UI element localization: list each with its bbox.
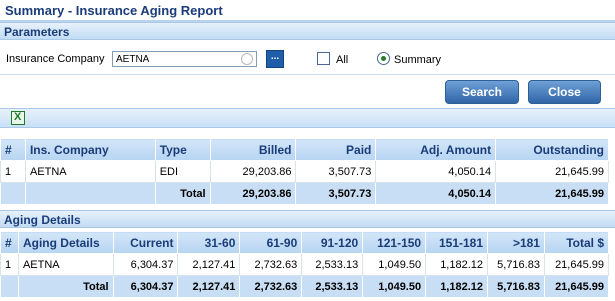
cell-total: 21,645.99 [543,253,610,276]
table-header-row: # Aging Details Current 31-60 61-90 91-1… [0,231,610,254]
col-header-num: # [0,231,19,254]
aging-heading: Aging Details [4,213,81,227]
cell-61-90: 2,732.63 [239,253,303,276]
total-151-181: 1,182.12 [425,275,489,298]
all-label: All [336,54,349,66]
button-area [0,76,615,106]
cell-over-181: 5,716.83 [487,253,545,276]
cell-121-150: 1,049.50 [362,253,427,276]
col-header-151-181: 151-181 [425,231,489,254]
search-button[interactable]: Search [445,80,519,104]
page-title: Summary - Insurance Aging Report [5,3,223,18]
close-button[interactable]: Close [528,80,601,104]
col-header-61-90: 61-90 [239,231,303,254]
total-billed: 29,203.86 [209,182,297,205]
total-over-181: 5,716.83 [487,275,545,298]
total-label: Total [17,275,114,298]
cell-num: 1 [0,160,26,183]
radio-selected-dot-icon [381,56,386,61]
export-toolbar [0,108,615,128]
cell-31-60: 2,127.41 [177,253,241,276]
total-outstanding: 21,645.99 [495,182,609,205]
col-header-over-181: >181 [487,231,545,254]
cell-company: AETNA [24,160,156,183]
table-row: 1 AETNA EDI 29,203.86 3,507.73 4,050.14 … [0,160,609,183]
total-label: Total [154,182,211,205]
cell-current: 6,304.37 [112,253,179,276]
cell-outstanding: 21,645.99 [495,160,609,183]
clear-circle-icon[interactable] [241,53,253,65]
excel-export-icon[interactable] [11,111,25,125]
cell-num: 1 [0,253,19,276]
cell-type: EDI [154,160,211,183]
cell-paid: 3,507.73 [295,160,377,183]
summary-table: # Ins. Company Type Billed Paid Adj. Amo… [0,138,609,205]
total-61-90: 2,732.63 [239,275,303,298]
insurance-company-label: Insurance Company [6,53,105,65]
cell-billed: 29,203.86 [209,160,297,183]
total-empty-cell [0,275,19,298]
summary-label: Summary [394,54,442,66]
total-empty-cell [0,182,26,205]
parameters-panel: Insurance Company [0,41,615,75]
col-header-outstanding: Outstanding [495,138,609,161]
insurance-company-input[interactable] [112,51,257,67]
report-title-bar: Summary - Insurance Aging Report [0,0,615,22]
col-header-121-150: 121-150 [362,231,427,254]
total-row: Total 29,203.86 3,507.73 4,050.14 21,645… [0,182,609,205]
table-header-row: # Ins. Company Type Billed Paid Adj. Amo… [0,138,609,161]
aging-table: # Aging Details Current 31-60 61-90 91-1… [0,231,610,298]
total-row: Total 6,304.37 2,127.41 2,732.63 2,533.1… [0,275,610,298]
total-31-60: 2,127.41 [177,275,241,298]
cell-adj: 4,050.14 [375,160,497,183]
col-header-current: Current [112,231,179,254]
cell-aging-name: AETNA [17,253,114,276]
total-adj: 4,050.14 [375,182,497,205]
col-header-adj-amount: Adj. Amount [375,138,497,161]
parameters-heading: Parameters [4,25,70,39]
all-checkbox[interactable] [317,52,330,65]
total-total: 21,645.99 [543,275,610,298]
col-header-billed: Billed [209,138,297,161]
summary-radio[interactable] [377,52,390,65]
col-header-31-60: 31-60 [177,231,241,254]
col-header-ins-company: Ins. Company [24,138,156,161]
total-91-120: 2,533.13 [301,275,364,298]
total-current: 6,304.37 [112,275,179,298]
total-empty-cell [24,182,156,205]
parameters-section-header: Parameters [0,22,615,40]
cell-151-181: 1,182.12 [425,253,489,276]
total-121-150: 1,049.50 [362,275,427,298]
col-header-num: # [0,138,26,161]
aging-section-header: Aging Details [0,210,615,228]
browse-company-button[interactable]: ... [266,50,284,68]
cell-91-120: 2,533.13 [301,253,364,276]
col-header-aging-details: Aging Details [17,231,114,254]
table-row: 1 AETNA 6,304.37 2,127.41 2,732.63 2,533… [0,253,610,276]
col-header-total: Total $ [543,231,610,254]
col-header-paid: Paid [295,138,377,161]
col-header-type: Type [154,138,211,161]
total-paid: 3,507.73 [295,182,377,205]
col-header-91-120: 91-120 [301,231,364,254]
